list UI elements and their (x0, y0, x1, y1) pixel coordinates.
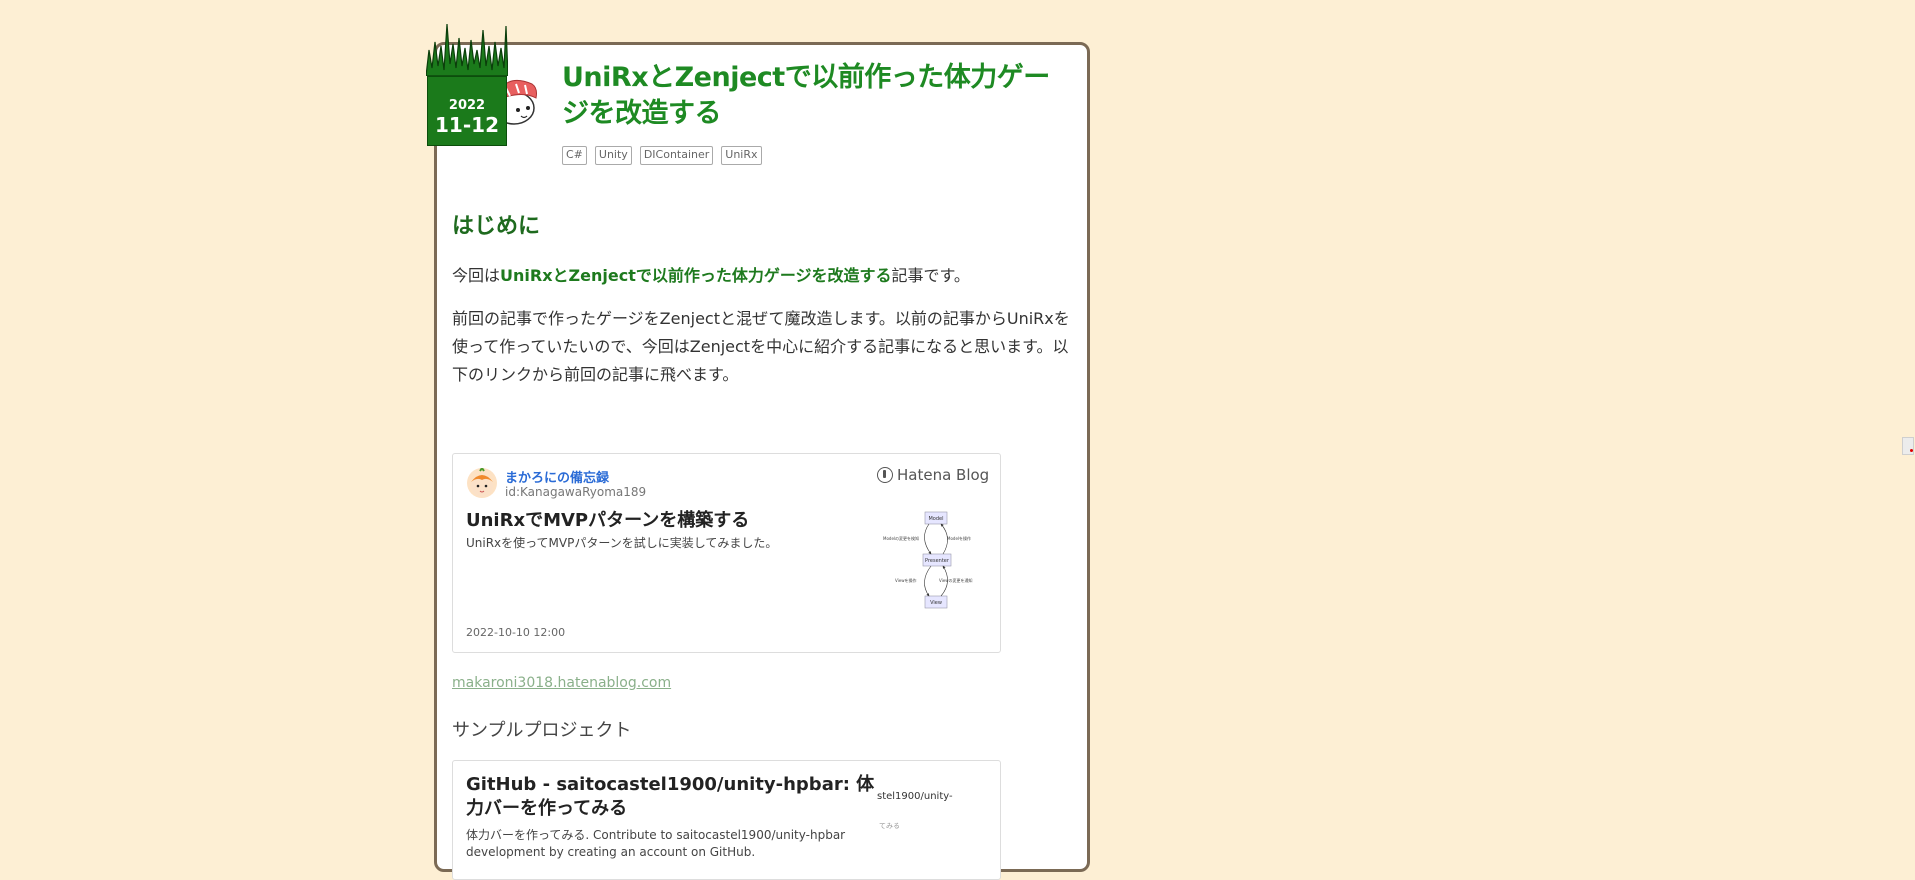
date-month-day: 11-12 (435, 113, 499, 137)
tag-unirx[interactable]: UniRx (721, 146, 762, 165)
user-id: id:KanagawaRyoma189 (505, 485, 647, 499)
grass-icon (426, 23, 508, 76)
date-badge: 2022 11-12 (426, 20, 508, 146)
hatena-brand-text: Hatena Blog (897, 466, 990, 484)
sample-project-heading: サンプルプロジェクト (452, 720, 632, 741)
thumb-edge-view-notify: Viewの変更を通知 (939, 577, 973, 583)
github-description: 体力バーを作ってみる. Contribute to saitocastel190… (466, 828, 846, 859)
blog-embed-card[interactable]: まかろにの備忘録 id:KanagawaRyoma189 Hatena Blog… (452, 453, 1001, 653)
p1-suffix: 記事です。 (891, 266, 970, 285)
tag-list: C# Unity DIContainer UniRx (562, 146, 762, 165)
p1-highlight: UniRxとZenjectで以前作った体力ゲージを改造する (500, 266, 892, 285)
thumb-edge-model-detect: Modelの変更を検知 (883, 535, 919, 541)
avatar[interactable] (467, 468, 497, 498)
tag-csharp[interactable]: C# (562, 146, 587, 165)
embed-description: UniRxを使ってMVPパターンを試しに実装してみました。 (466, 536, 778, 550)
thumb-edge-model-op: Modelを操作 (947, 535, 971, 541)
hatena-logo-icon (877, 467, 893, 483)
page-scrollbar[interactable] (1900, 0, 1915, 859)
avatar-face-icon (471, 468, 493, 497)
thumb-node-presenter: Presenter (925, 558, 950, 564)
github-thumb-subtext: てみる (879, 822, 900, 830)
date-year: 2022 (448, 98, 486, 113)
scrollbar-thumb[interactable] (1902, 437, 1914, 455)
thumb-node-model: Model (928, 516, 943, 522)
intro-paragraph-1: 今回はUniRxとZenjectで以前作った体力ゲージを改造する記事です。 (452, 262, 970, 286)
hatena-blog-brand[interactable]: Hatena Blog (877, 466, 989, 484)
scroll-marker (1910, 449, 1913, 452)
post-title[interactable]: UniRxとZenjectで以前作った体力ゲージを改造する (562, 60, 1062, 132)
thumb-node-view: View (930, 600, 942, 606)
github-title-link[interactable]: GitHub - saitocastel1900/unity-hpbar: 体力… (466, 773, 876, 821)
github-thumb-text: stel1900/unity- (877, 791, 953, 802)
blog-url-link[interactable]: makaroni3018.hatenablog.com (452, 675, 671, 691)
section-heading-intro: はじめに (452, 214, 541, 239)
intro-paragraph-2: 前回の記事で作ったゲージをZenjectと混ぜて魔改造します。以前の記事からUn… (452, 309, 1070, 384)
mvp-diagram-thumbnail[interactable]: Model Presenter View Modelの変更を検知 Modelを操… (881, 506, 989, 628)
embed-date: 2022-10-10 12:00 (466, 626, 566, 639)
date-box: 2022 11-12 (427, 76, 507, 146)
tag-dicontainer[interactable]: DIContainer (639, 146, 714, 165)
thumb-edge-view-op: Viewを操作 (895, 577, 917, 583)
github-embed-card[interactable]: GitHub - saitocastel1900/unity-hpbar: 体力… (452, 760, 1001, 880)
blog-name-link[interactable]: まかろにの備忘録 (505, 467, 609, 486)
tag-unity[interactable]: Unity (594, 146, 632, 165)
p1-prefix: 今回は (452, 266, 501, 285)
embed-title-link[interactable]: UniRxでMVPパターンを構築する (466, 506, 749, 532)
